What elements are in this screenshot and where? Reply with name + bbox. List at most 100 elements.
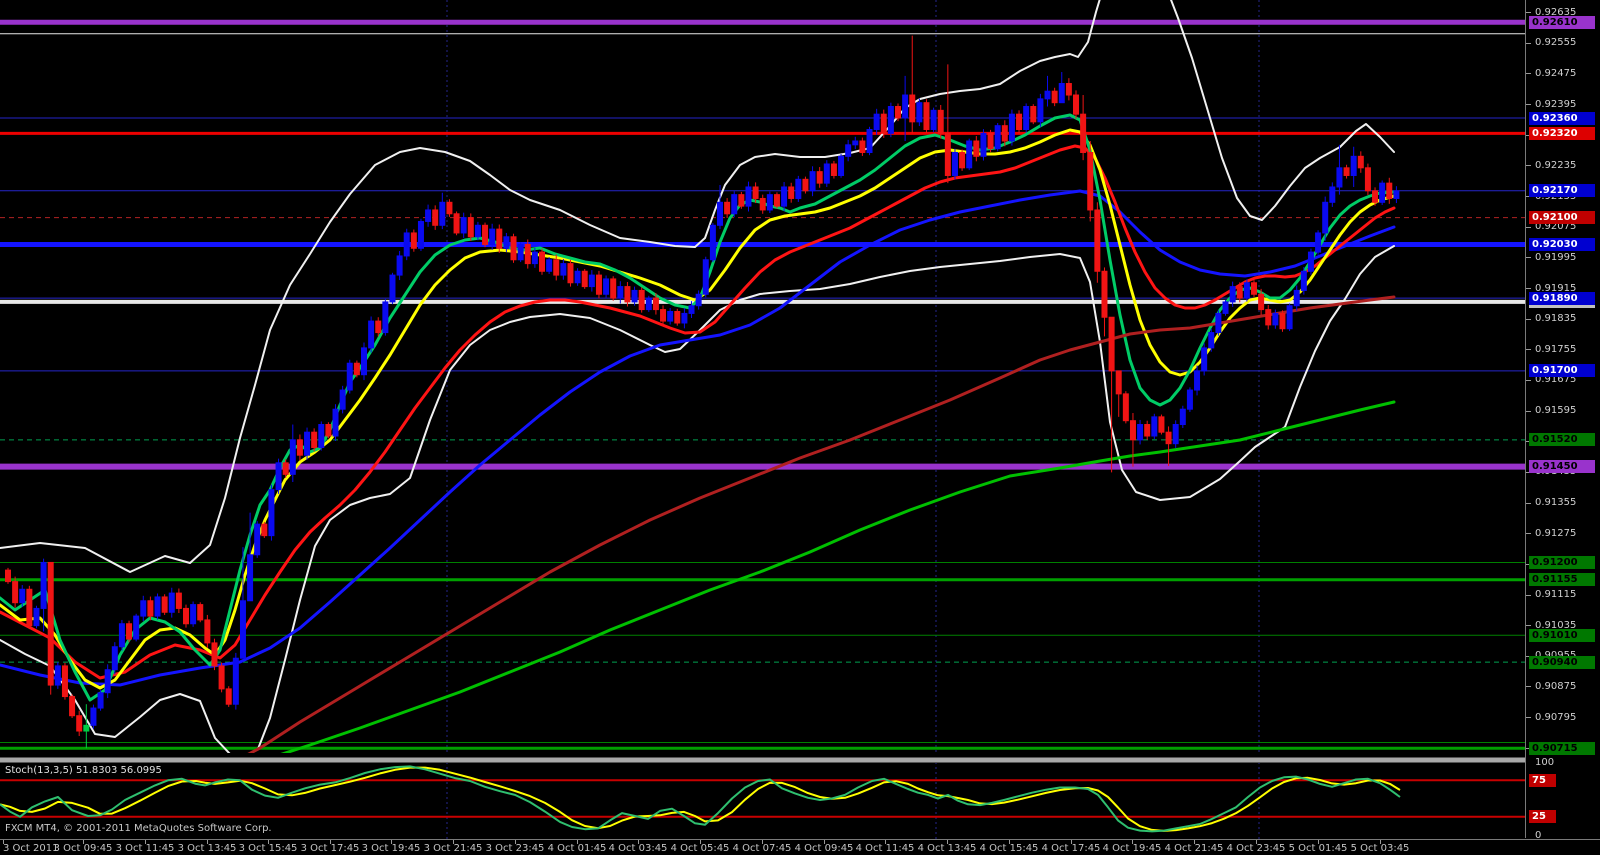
time-axis-label: 4 Oct 13:45 [917,843,977,854]
price-tick-label: 0.92395 [1535,98,1577,110]
candle [1194,365,1201,396]
time-axis-label: 3 Oct 17:45 [300,843,360,854]
candle [467,213,474,241]
candle [268,484,275,541]
candle [681,308,688,329]
candle [417,218,424,251]
candle [773,192,780,209]
candle [667,308,674,325]
price-tick-mark [1526,349,1531,351]
candle [1293,285,1300,311]
time-axis-label: 3 Oct 09:45 [53,843,113,854]
candle [33,605,40,629]
candle [1165,426,1172,466]
candle [175,588,182,614]
candle [1336,144,1343,195]
candle [482,222,489,248]
chart-plot-area[interactable] [0,0,1525,839]
candle [830,160,837,179]
candle [54,662,61,689]
candle [111,642,118,675]
platform-copyright-text: FXCM MT4, © 2001-2011 MetaQuotes Softwar… [5,823,272,834]
candle [574,268,581,286]
candle [69,694,76,719]
candle [923,99,930,133]
candle [738,191,745,209]
candle [1129,413,1136,467]
candle [873,108,880,135]
ma-blue-slow-line [0,189,1396,687]
time-axis[interactable]: 3 Oct 2011 3 Oct 09:45 3 Oct 11:45 3 Oct 13… [0,839,1600,855]
candle [76,710,83,737]
price-marker-box: 0.92170 [1529,184,1595,198]
candle [1087,140,1094,222]
candle [1172,420,1179,448]
price-tick-mark [1526,594,1531,596]
price-marker-box: 0.91890 [1529,291,1595,305]
candle [838,154,845,178]
candle [588,270,595,292]
time-axis-label: 3 Oct 15:45 [238,843,298,854]
candle [724,198,731,219]
candle [396,250,403,281]
candle [809,166,816,197]
price-tick-mark [1526,165,1531,167]
candle [909,35,916,134]
price-tick-label: 0.90795 [1535,711,1577,723]
price-tick-label: 0.92555 [1535,37,1577,49]
candle [275,458,282,494]
candle [1208,328,1215,352]
candle [745,181,752,212]
candle [147,596,154,621]
candle [795,175,802,202]
candle [1008,109,1015,146]
candle [1144,420,1151,440]
price-marker-box: 0.91700 [1529,364,1595,378]
candle [1265,304,1272,330]
time-axis-label: 3 Oct 19:45 [361,843,421,854]
time-axis-label: 4 Oct 11:45 [855,843,915,854]
candle [83,704,90,749]
candle [1201,343,1208,376]
candle [1030,104,1037,125]
candle [140,595,147,622]
time-axis-label: 4 Oct 07:45 [732,843,792,854]
stoch-level-box: 25 [1529,810,1556,824]
main-chart-layer [0,0,1525,753]
candle [389,272,396,305]
candle [709,222,716,263]
candle [1393,186,1400,204]
candle [845,139,852,162]
candle [887,102,894,138]
price-tick-label: 0.92475 [1535,67,1577,79]
stoch-signal-line [0,766,1401,832]
ma-green-long-line [280,400,1396,753]
candle [133,613,140,642]
candle [1300,267,1307,295]
candle [332,404,339,441]
price-tick-mark [1526,288,1531,289]
candle [788,182,795,203]
price-tick-label: 0.91275 [1535,527,1577,539]
candle [1379,180,1386,205]
candle [61,662,68,700]
time-axis-label: 4 Oct 21:45 [1164,843,1224,854]
candle [595,270,602,299]
price-marker-box: 0.92030 [1529,237,1595,251]
candle [1307,248,1314,275]
price-axis[interactable]: 0.926350.925550.924750.923950.923150.922… [1525,0,1600,841]
candle [980,129,987,161]
candle [154,593,161,620]
time-axis-label: 5 Oct 01:45 [1288,843,1348,854]
candle [1186,387,1193,412]
candle [1215,310,1222,336]
candle [318,421,325,451]
price-marker-box: 0.92360 [1529,111,1595,125]
panel-resize-divider[interactable] [0,757,1525,763]
candle [261,521,268,538]
candle [232,652,239,710]
candle [453,211,460,236]
candle [959,149,966,171]
price-tick-mark [1526,379,1531,381]
price-tick-mark [1526,717,1531,719]
